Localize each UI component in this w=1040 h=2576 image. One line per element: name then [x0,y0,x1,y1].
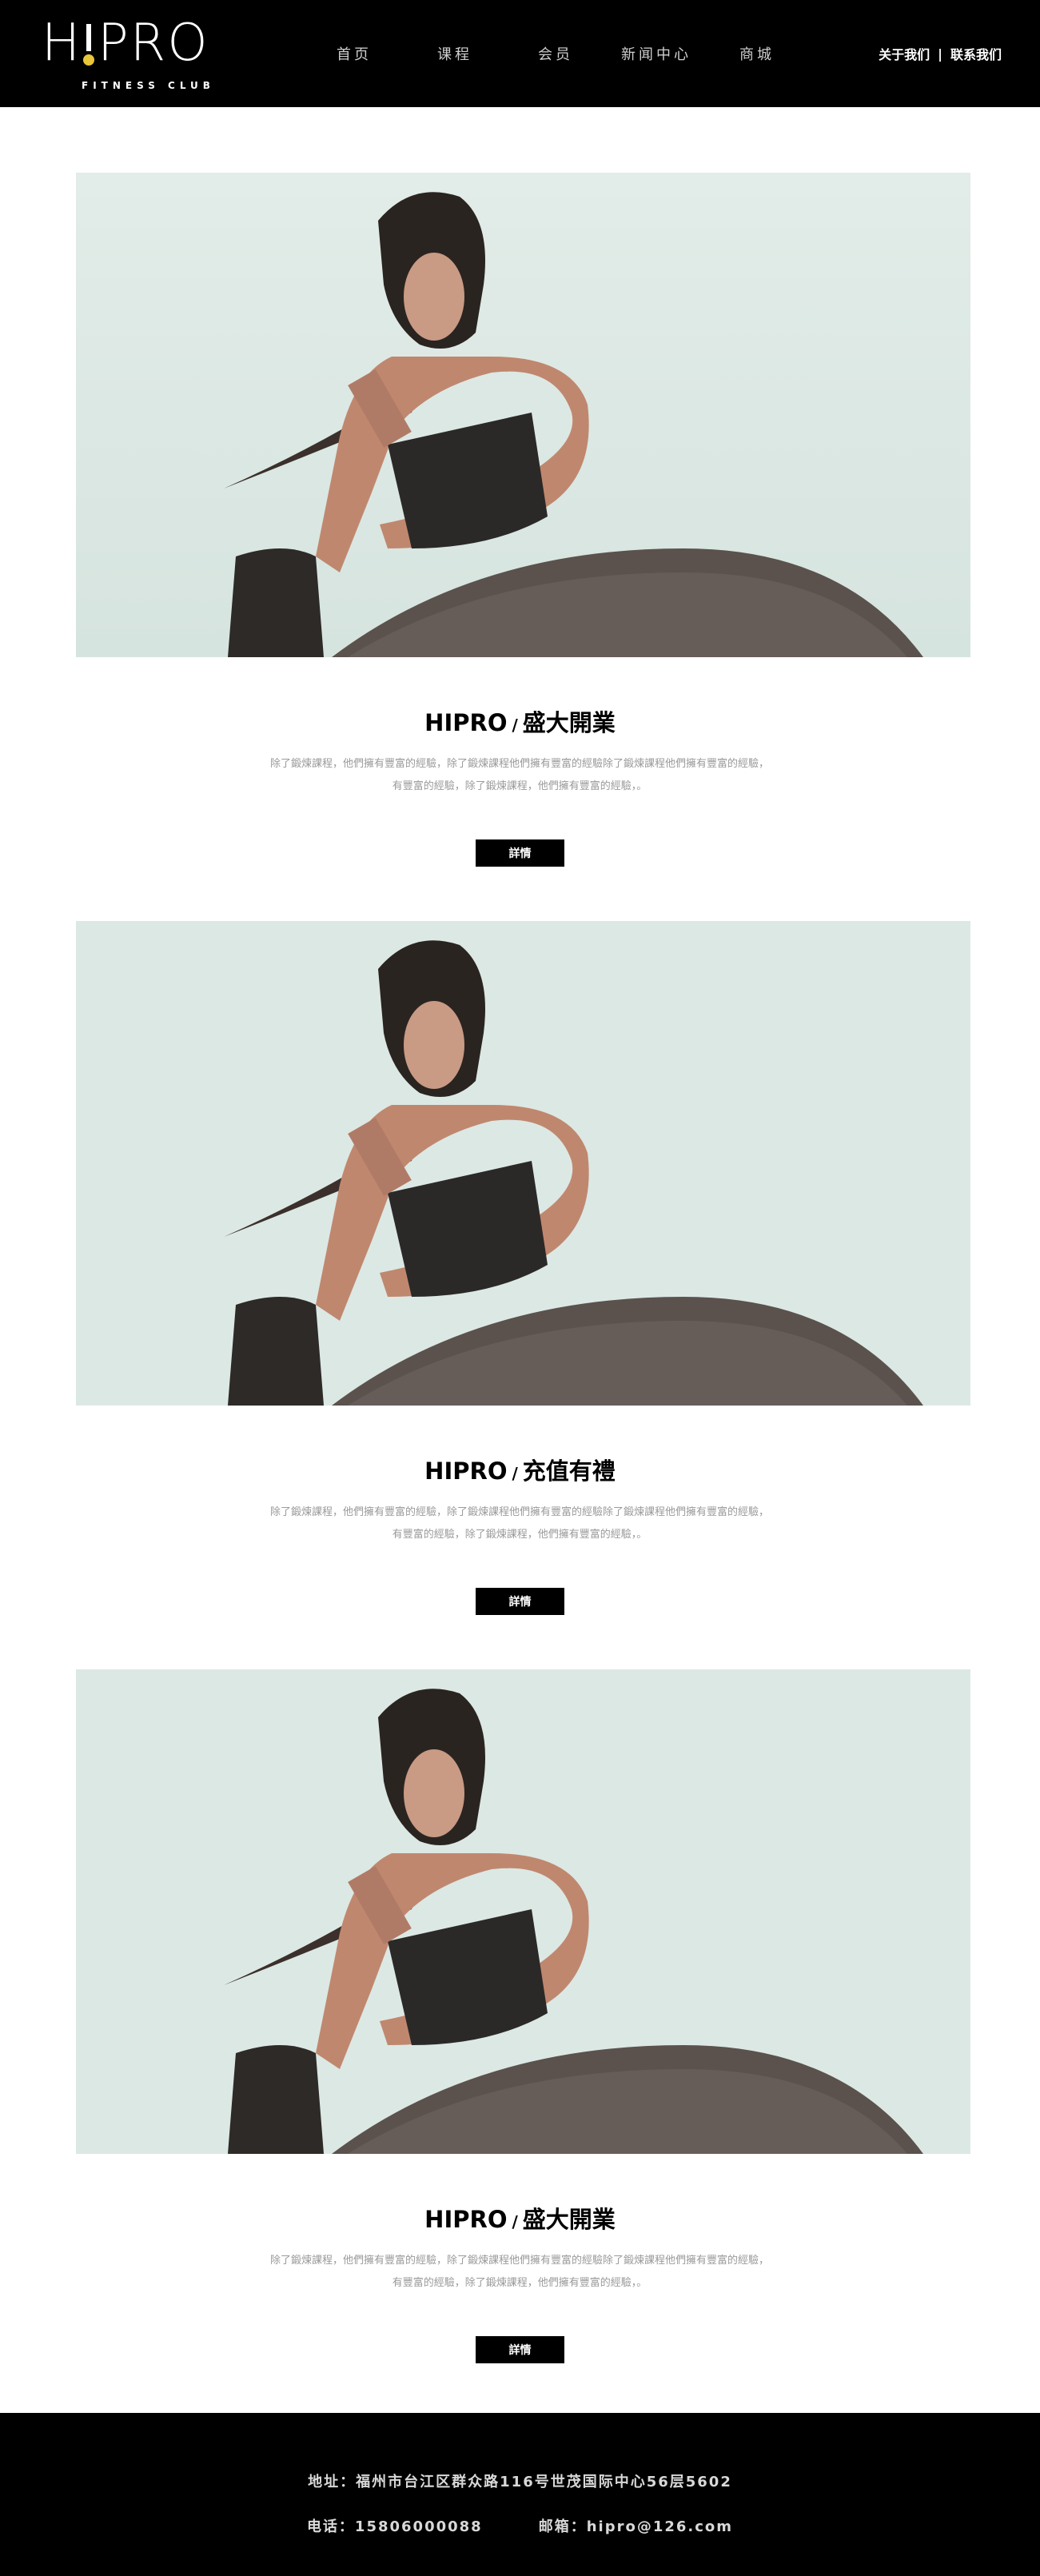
main-nav: 首页 课程 会员 新闻中心 商城 [304,0,807,107]
article-brand: HIPRO [424,709,508,736]
logo-subtitle: FITNESS CLUB [82,80,215,91]
description-line: 除了鍛煉課程，他們擁有豐富的經驗，除了鍛煉課程他們擁有豐富的經驗除了鍛煉課程他們… [269,1506,769,1518]
fitness-woman-battle-rope-image [76,1669,970,2154]
logo-letters-pro: PRO [98,14,209,73]
description-line: 有豐富的經驗，除了鍛煉課程，他們擁有豐富的經驗，。 [392,2277,648,2289]
about-us-link[interactable]: 关于我们 [879,44,930,63]
description-line: 有豐富的經驗，除了鍛煉課程，他們擁有豐富的經驗，。 [392,1529,648,1541]
article-list: HIPRO / 盛大開業 除了鍛煉課程，他們擁有豐富的經驗，除了鍛煉課程他們擁有豐富… [0,107,1040,2418]
header-links: 关于我们 | 联系我们 [879,0,1002,107]
logo-mark: H PRO [42,14,209,72]
footer-address: 地址：福州市台江区群众路116号世茂国际中心56层5602 [308,2474,732,2490]
details-button[interactable]: 詳情 [476,839,564,867]
logo-letter-h: H [42,14,82,73]
description-line: 有豐富的經驗，除了鍛煉課程，他們擁有豐富的經驗，。 [392,780,648,792]
article-title: HIPRO / 充值有禮 [0,1453,1040,1486]
logo-exclamation-icon [82,14,98,72]
site-header: H PRO FITNESS CLUB 首页 课程 会员 新闻中心 商城 关于我们… [0,0,1040,107]
nav-item-membership[interactable]: 会员 [505,43,606,64]
article-card: HIPRO / 盛大開業 除了鍛煉課程，他們擁有豐富的經驗，除了鍛煉課程他們擁有豐富… [0,173,1040,921]
article-title: HIPRO / 盛大開業 [0,2201,1040,2235]
site-footer: 地址：福州市台江区群众路116号世茂国际中心56层5602 电话：1580600… [0,2413,1040,2576]
logo[interactable]: H PRO FITNESS CLUB [42,14,249,94]
article-headline: 盛大開業 [522,2206,616,2233]
article-card: HIPRO / 充值有禮 除了鍛煉課程，他們擁有豐富的經驗，除了鍛煉課程他們擁有豐富… [0,921,1040,1669]
footer-phone: 电话：15806000088 [306,2518,483,2535]
description-line: 除了鍛煉課程，他們擁有豐富的經驗，除了鍛煉課程他們擁有豐富的經驗除了鍛煉課程他們… [269,2255,769,2267]
fitness-woman-battle-rope-image [76,173,970,657]
article-description: 除了鍛煉課程，他們擁有豐富的經驗，除了鍛煉課程他們擁有豐富的經驗除了鍛煉課程他們… [216,1501,823,1546]
nav-item-news[interactable]: 新闻中心 [606,43,707,64]
article-photo[interactable] [76,173,970,657]
article-headline: 盛大開業 [522,709,616,736]
description-line: 除了鍛煉課程，他們擁有豐富的經驗，除了鍛煉課程他們擁有豐富的經驗除了鍛煉課程他們… [269,758,769,770]
article-title: HIPRO / 盛大開業 [0,704,1040,738]
footer-email[interactable]: 邮箱：hipro@126.com [539,2518,733,2535]
title-slash: / [512,2212,518,2231]
article-description: 除了鍛煉課程，他們擁有豐富的經驗，除了鍛煉課程他們擁有豐富的經驗除了鍛煉課程他們… [216,753,823,798]
article-description: 除了鍛煉課程，他們擁有豐富的經驗，除了鍛煉課程他們擁有豐富的經驗除了鍛煉課程他們… [216,2250,823,2295]
article-photo[interactable] [76,921,970,1406]
fitness-woman-battle-rope-image [76,921,970,1406]
details-button[interactable]: 詳情 [476,1588,564,1615]
header-divider: | [938,46,942,62]
contact-us-link[interactable]: 联系我们 [950,44,1002,63]
article-card: HIPRO / 盛大開業 除了鍛煉課程，他們擁有豐富的經驗，除了鍛煉課程他們擁有豐富… [0,1669,1040,2418]
article-brand: HIPRO [424,2206,508,2233]
nav-item-home[interactable]: 首页 [304,43,404,64]
article-brand: HIPRO [424,1457,508,1485]
nav-item-courses[interactable]: 课程 [404,43,505,64]
nav-item-shop[interactable]: 商城 [707,43,807,64]
footer-contact: 电话：15806000088 邮箱：hipro@126.com [0,2515,1040,2536]
title-slash: / [512,716,518,735]
details-button[interactable]: 詳情 [476,2336,564,2363]
article-headline: 充值有禮 [522,1457,616,1485]
article-photo[interactable] [76,1669,970,2154]
title-slash: / [512,1464,518,1483]
